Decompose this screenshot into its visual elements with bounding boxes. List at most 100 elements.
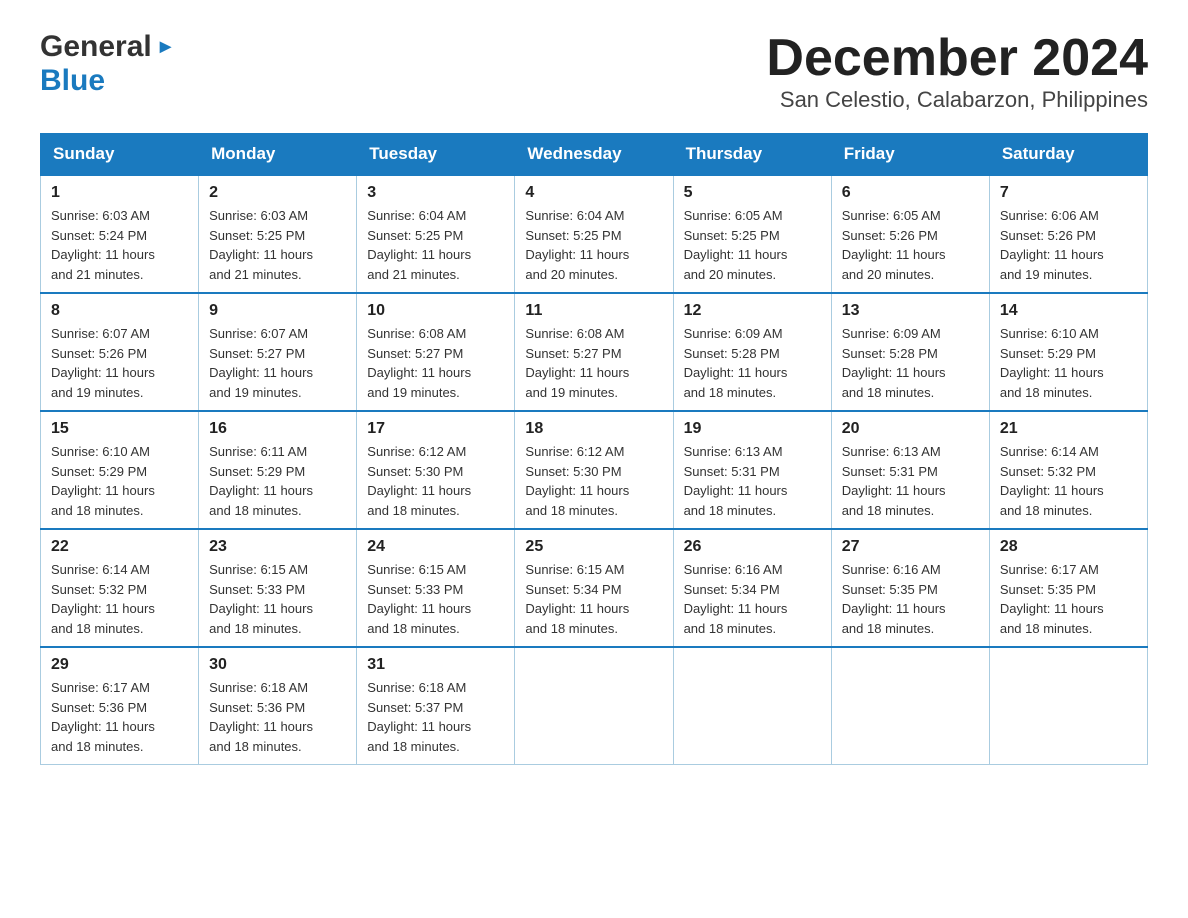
calendar-cell: 2 Sunrise: 6:03 AMSunset: 5:25 PMDayligh… [199, 175, 357, 293]
day-number: 1 [51, 184, 188, 202]
calendar-cell: 31 Sunrise: 6:18 AMSunset: 5:37 PMDaylig… [357, 647, 515, 765]
day-info: Sunrise: 6:10 AMSunset: 5:29 PMDaylight:… [51, 444, 155, 518]
day-info: Sunrise: 6:03 AMSunset: 5:25 PMDaylight:… [209, 208, 313, 282]
calendar-cell: 10 Sunrise: 6:08 AMSunset: 5:27 PMDaylig… [357, 293, 515, 411]
logo-arrow-icon: ► [156, 36, 176, 59]
calendar-week-2: 8 Sunrise: 6:07 AMSunset: 5:26 PMDayligh… [41, 293, 1148, 411]
day-info: Sunrise: 6:04 AMSunset: 5:25 PMDaylight:… [367, 208, 471, 282]
day-number: 25 [525, 538, 662, 556]
day-number: 16 [209, 420, 346, 438]
logo-blue: Blue [40, 64, 105, 97]
day-number: 26 [684, 538, 821, 556]
calendar-cell: 6 Sunrise: 6:05 AMSunset: 5:26 PMDayligh… [831, 175, 989, 293]
calendar-cell [989, 647, 1147, 765]
logo-general: General [40, 30, 152, 64]
calendar-cell: 11 Sunrise: 6:08 AMSunset: 5:27 PMDaylig… [515, 293, 673, 411]
day-info: Sunrise: 6:09 AMSunset: 5:28 PMDaylight:… [684, 326, 788, 400]
title-block: December 2024 San Celestio, Calabarzon, … [766, 30, 1148, 113]
day-info: Sunrise: 6:07 AMSunset: 5:26 PMDaylight:… [51, 326, 155, 400]
day-info: Sunrise: 6:17 AMSunset: 5:35 PMDaylight:… [1000, 562, 1104, 636]
calendar-cell [673, 647, 831, 765]
calendar-cell: 19 Sunrise: 6:13 AMSunset: 5:31 PMDaylig… [673, 411, 831, 529]
day-info: Sunrise: 6:05 AMSunset: 5:26 PMDaylight:… [842, 208, 946, 282]
calendar-cell: 1 Sunrise: 6:03 AMSunset: 5:24 PMDayligh… [41, 175, 199, 293]
day-number: 7 [1000, 184, 1137, 202]
day-info: Sunrise: 6:05 AMSunset: 5:25 PMDaylight:… [684, 208, 788, 282]
calendar-header-friday: Friday [831, 134, 989, 176]
calendar-cell: 12 Sunrise: 6:09 AMSunset: 5:28 PMDaylig… [673, 293, 831, 411]
day-info: Sunrise: 6:16 AMSunset: 5:34 PMDaylight:… [684, 562, 788, 636]
day-number: 10 [367, 302, 504, 320]
page-header: General ► Blue December 2024 San Celesti… [40, 30, 1148, 113]
day-number: 24 [367, 538, 504, 556]
day-info: Sunrise: 6:07 AMSunset: 5:27 PMDaylight:… [209, 326, 313, 400]
day-number: 2 [209, 184, 346, 202]
calendar-cell: 14 Sunrise: 6:10 AMSunset: 5:29 PMDaylig… [989, 293, 1147, 411]
calendar-cell: 7 Sunrise: 6:06 AMSunset: 5:26 PMDayligh… [989, 175, 1147, 293]
day-info: Sunrise: 6:13 AMSunset: 5:31 PMDaylight:… [684, 444, 788, 518]
day-number: 31 [367, 656, 504, 674]
day-number: 14 [1000, 302, 1137, 320]
calendar-cell: 29 Sunrise: 6:17 AMSunset: 5:36 PMDaylig… [41, 647, 199, 765]
calendar-cell: 9 Sunrise: 6:07 AMSunset: 5:27 PMDayligh… [199, 293, 357, 411]
calendar-cell: 30 Sunrise: 6:18 AMSunset: 5:36 PMDaylig… [199, 647, 357, 765]
day-number: 29 [51, 656, 188, 674]
day-info: Sunrise: 6:06 AMSunset: 5:26 PMDaylight:… [1000, 208, 1104, 282]
day-info: Sunrise: 6:15 AMSunset: 5:34 PMDaylight:… [525, 562, 629, 636]
calendar-cell: 22 Sunrise: 6:14 AMSunset: 5:32 PMDaylig… [41, 529, 199, 647]
day-info: Sunrise: 6:10 AMSunset: 5:29 PMDaylight:… [1000, 326, 1104, 400]
day-info: Sunrise: 6:17 AMSunset: 5:36 PMDaylight:… [51, 680, 155, 754]
day-number: 30 [209, 656, 346, 674]
day-info: Sunrise: 6:15 AMSunset: 5:33 PMDaylight:… [367, 562, 471, 636]
calendar-cell: 23 Sunrise: 6:15 AMSunset: 5:33 PMDaylig… [199, 529, 357, 647]
calendar-cell: 28 Sunrise: 6:17 AMSunset: 5:35 PMDaylig… [989, 529, 1147, 647]
day-number: 23 [209, 538, 346, 556]
day-number: 5 [684, 184, 821, 202]
calendar-cell: 17 Sunrise: 6:12 AMSunset: 5:30 PMDaylig… [357, 411, 515, 529]
day-number: 18 [525, 420, 662, 438]
day-number: 4 [525, 184, 662, 202]
calendar-week-4: 22 Sunrise: 6:14 AMSunset: 5:32 PMDaylig… [41, 529, 1148, 647]
calendar-cell: 26 Sunrise: 6:16 AMSunset: 5:34 PMDaylig… [673, 529, 831, 647]
calendar-header-monday: Monday [199, 134, 357, 176]
day-number: 22 [51, 538, 188, 556]
calendar-cell: 21 Sunrise: 6:14 AMSunset: 5:32 PMDaylig… [989, 411, 1147, 529]
day-info: Sunrise: 6:09 AMSunset: 5:28 PMDaylight:… [842, 326, 946, 400]
calendar-cell: 18 Sunrise: 6:12 AMSunset: 5:30 PMDaylig… [515, 411, 673, 529]
day-number: 27 [842, 538, 979, 556]
day-number: 20 [842, 420, 979, 438]
day-number: 17 [367, 420, 504, 438]
page-title: December 2024 [766, 30, 1148, 87]
day-info: Sunrise: 6:03 AMSunset: 5:24 PMDaylight:… [51, 208, 155, 282]
day-info: Sunrise: 6:14 AMSunset: 5:32 PMDaylight:… [1000, 444, 1104, 518]
calendar-cell [515, 647, 673, 765]
calendar-week-1: 1 Sunrise: 6:03 AMSunset: 5:24 PMDayligh… [41, 175, 1148, 293]
calendar-header-saturday: Saturday [989, 134, 1147, 176]
logo: General ► Blue [40, 30, 176, 98]
day-info: Sunrise: 6:08 AMSunset: 5:27 PMDaylight:… [367, 326, 471, 400]
day-number: 8 [51, 302, 188, 320]
calendar-cell: 8 Sunrise: 6:07 AMSunset: 5:26 PMDayligh… [41, 293, 199, 411]
day-info: Sunrise: 6:04 AMSunset: 5:25 PMDaylight:… [525, 208, 629, 282]
day-info: Sunrise: 6:15 AMSunset: 5:33 PMDaylight:… [209, 562, 313, 636]
day-number: 28 [1000, 538, 1137, 556]
calendar-header-tuesday: Tuesday [357, 134, 515, 176]
day-info: Sunrise: 6:13 AMSunset: 5:31 PMDaylight:… [842, 444, 946, 518]
calendar-header-thursday: Thursday [673, 134, 831, 176]
calendar-header-sunday: Sunday [41, 134, 199, 176]
day-info: Sunrise: 6:12 AMSunset: 5:30 PMDaylight:… [525, 444, 629, 518]
calendar-cell: 27 Sunrise: 6:16 AMSunset: 5:35 PMDaylig… [831, 529, 989, 647]
day-number: 15 [51, 420, 188, 438]
calendar-header-wednesday: Wednesday [515, 134, 673, 176]
calendar-cell: 3 Sunrise: 6:04 AMSunset: 5:25 PMDayligh… [357, 175, 515, 293]
calendar-cell [831, 647, 989, 765]
calendar-header-row: SundayMondayTuesdayWednesdayThursdayFrid… [41, 134, 1148, 176]
day-info: Sunrise: 6:18 AMSunset: 5:37 PMDaylight:… [367, 680, 471, 754]
calendar-week-5: 29 Sunrise: 6:17 AMSunset: 5:36 PMDaylig… [41, 647, 1148, 765]
day-info: Sunrise: 6:14 AMSunset: 5:32 PMDaylight:… [51, 562, 155, 636]
day-number: 13 [842, 302, 979, 320]
day-number: 19 [684, 420, 821, 438]
calendar-cell: 4 Sunrise: 6:04 AMSunset: 5:25 PMDayligh… [515, 175, 673, 293]
day-info: Sunrise: 6:11 AMSunset: 5:29 PMDaylight:… [209, 444, 313, 518]
calendar-cell: 16 Sunrise: 6:11 AMSunset: 5:29 PMDaylig… [199, 411, 357, 529]
